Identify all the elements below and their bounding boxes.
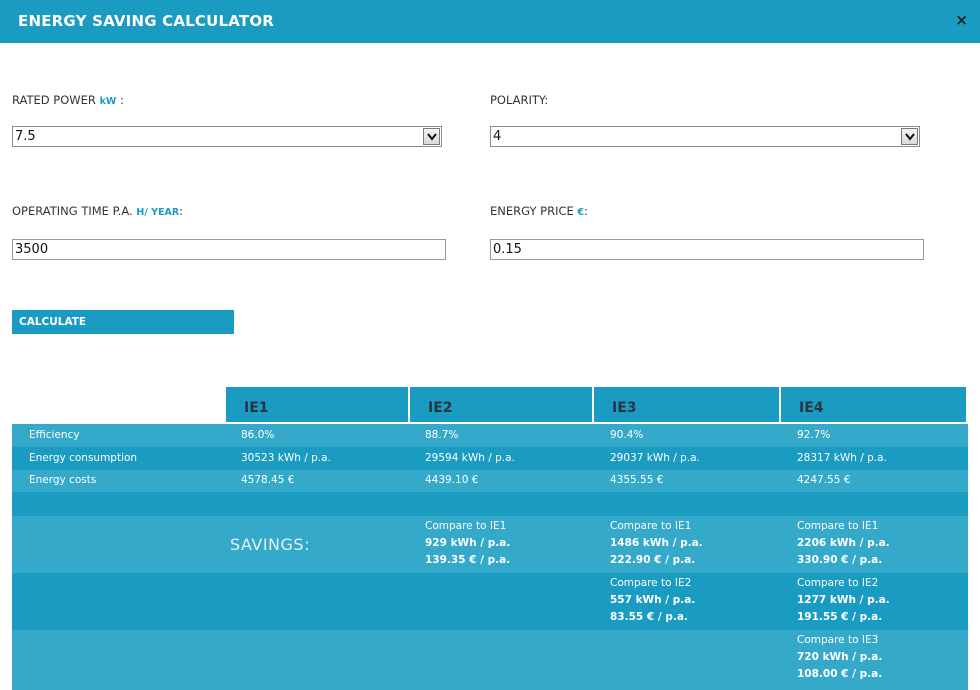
- table-cell: 28317 kWh / p.a.: [797, 452, 887, 464]
- savings-cost: 330.90 € / p.a.: [797, 554, 883, 566]
- operating-time-label-text: OPERATING TIME P.A.: [12, 204, 133, 218]
- operating-time-label: OPERATING TIME P.A. H/ YEAR:: [12, 204, 183, 218]
- polarity-value: 4: [493, 129, 502, 144]
- dialog-title: ENERGY SAVING CALCULATOR: [18, 12, 275, 30]
- rated-power-label: RATED POWER kW :: [12, 93, 124, 107]
- row-label-consumption: Energy consumption: [29, 452, 138, 464]
- table-cell: 88.7%: [425, 429, 459, 441]
- savings-compare-label: Compare to IE1: [610, 520, 692, 532]
- chevron-down-icon[interactable]: [423, 128, 440, 145]
- rated-power-unit: kW: [99, 96, 117, 107]
- savings-ie2-vs-ie1: Compare to IE1 929 kWh / p.a. 139.35 € /…: [425, 518, 510, 569]
- table-cell: 4355.55 €: [610, 474, 664, 486]
- column-header-ie1: IE1: [226, 387, 408, 422]
- savings-cost: 108.00 € / p.a.: [797, 668, 883, 680]
- calculate-button[interactable]: CALCULATE: [12, 310, 234, 334]
- table-cell: 29037 kWh / p.a.: [610, 452, 700, 464]
- energy-price-input[interactable]: [490, 239, 924, 260]
- savings-compare-label: Compare to IE1: [797, 520, 879, 532]
- column-header-label: IE4: [799, 400, 824, 416]
- operating-time-suffix: :: [179, 204, 184, 218]
- row-label-efficiency: Efficiency: [29, 429, 80, 441]
- operating-time-unit: H/ YEAR: [136, 207, 180, 218]
- operating-time-input[interactable]: [12, 239, 446, 260]
- table-cell: 4247.55 €: [797, 474, 851, 486]
- column-header-ie4: IE4: [781, 387, 966, 422]
- column-header-ie3: IE3: [594, 387, 779, 422]
- savings-cost: 191.55 € / p.a.: [797, 611, 883, 623]
- savings-compare-label: Compare to IE3: [797, 634, 879, 646]
- savings-ie4-vs-ie3: Compare to IE3 720 kWh / p.a. 108.00 € /…: [797, 632, 882, 683]
- polarity-label: POLARITY:: [490, 93, 549, 107]
- table-cell: 4578.45 €: [241, 474, 295, 486]
- rated-power-label-text: RATED POWER: [12, 93, 96, 107]
- savings-kwh: 1486 kWh / p.a.: [610, 537, 703, 549]
- rated-power-value: 7.5: [15, 129, 36, 144]
- table-cell: 86.0%: [241, 429, 275, 441]
- table-cell: 4439.10 €: [425, 474, 479, 486]
- dialog-header: ENERGY SAVING CALCULATOR ×: [0, 0, 980, 43]
- savings-kwh: 720 kWh / p.a.: [797, 651, 883, 663]
- savings-cost: 222.90 € / p.a.: [610, 554, 696, 566]
- savings-kwh: 557 kWh / p.a.: [610, 594, 696, 606]
- savings-compare-label: Compare to IE1: [425, 520, 507, 532]
- savings-compare-label: Compare to IE2: [610, 577, 692, 589]
- polarity-select[interactable]: 4: [490, 126, 920, 147]
- table-cell: 29594 kWh / p.a.: [425, 452, 515, 464]
- savings-kwh: 1277 kWh / p.a.: [797, 594, 890, 606]
- savings-kwh: 2206 kWh / p.a.: [797, 537, 890, 549]
- savings-cost: 139.35 € / p.a.: [425, 554, 511, 566]
- savings-cost: 83.55 € / p.a.: [610, 611, 688, 623]
- column-header-ie2: IE2: [410, 387, 592, 422]
- close-icon[interactable]: ×: [955, 11, 968, 29]
- column-header-label: IE2: [428, 400, 453, 416]
- table-row-spacer: [12, 492, 968, 516]
- savings-ie4-vs-ie1: Compare to IE1 2206 kWh / p.a. 330.90 € …: [797, 518, 890, 569]
- energy-price-suffix: :: [584, 204, 588, 218]
- table-cell: 30523 kWh / p.a.: [241, 452, 331, 464]
- savings-compare-label: Compare to IE2: [797, 577, 879, 589]
- energy-price-label-text: ENERGY PRICE: [490, 204, 574, 218]
- savings-ie3-vs-ie1: Compare to IE1 1486 kWh / p.a. 222.90 € …: [610, 518, 703, 569]
- chevron-down-icon[interactable]: [901, 128, 918, 145]
- rated-power-suffix: :: [120, 93, 124, 107]
- rated-power-select[interactable]: 7.5: [12, 126, 442, 147]
- savings-ie4-vs-ie2: Compare to IE2 1277 kWh / p.a. 191.55 € …: [797, 575, 890, 626]
- table-cell: 90.4%: [610, 429, 644, 441]
- table-cell: 92.7%: [797, 429, 831, 441]
- energy-price-label: ENERGY PRICE €:: [490, 204, 588, 218]
- column-header-label: IE1: [244, 400, 269, 416]
- savings-ie3-vs-ie2: Compare to IE2 557 kWh / p.a. 83.55 € / …: [610, 575, 695, 626]
- savings-kwh: 929 kWh / p.a.: [425, 537, 511, 549]
- row-label-costs: Energy costs: [29, 474, 97, 486]
- savings-title: SAVINGS:: [230, 535, 310, 554]
- column-header-label: IE3: [612, 400, 637, 416]
